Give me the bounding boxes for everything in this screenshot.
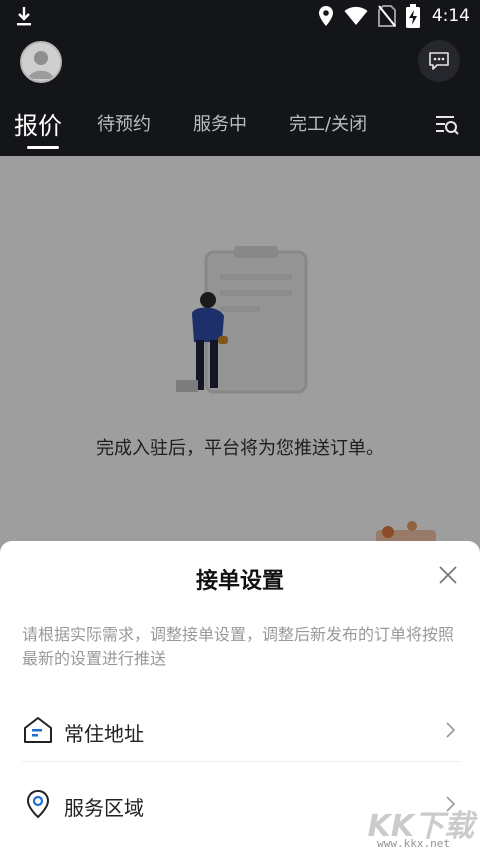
chat-bubble-icon xyxy=(429,52,449,70)
tab-completed-closed[interactable]: 完工/关闭 xyxy=(289,110,367,136)
wifi-icon xyxy=(344,6,368,25)
avatar[interactable] xyxy=(20,41,62,83)
map-pin-icon xyxy=(26,789,50,819)
sheet-title: 接单设置 xyxy=(195,569,284,594)
tab-in-service[interactable]: 服务中 xyxy=(193,110,247,136)
tab-quote[interactable]: 报价 xyxy=(14,106,62,141)
close-icon[interactable] xyxy=(438,565,458,585)
battery-charging-icon xyxy=(405,4,420,28)
watermark: KK下载 www.kkx.net xyxy=(358,801,478,850)
location-icon xyxy=(318,6,333,26)
filter-search-icon[interactable] xyxy=(434,112,460,138)
chat-button[interactable] xyxy=(418,40,460,82)
status-bar: 4:14 xyxy=(0,0,480,32)
watermark-url: www.kkx.net xyxy=(377,837,450,850)
download-icon xyxy=(17,7,31,26)
order-settings-sheet: 接单设置 请根据实际需求，调整接单设置，调整后新发布的订单将按照最新的设置进行推… xyxy=(0,541,480,853)
chevron-right-icon xyxy=(446,722,456,738)
order-tabs: 报价 待预约 服务中 完工/关闭 xyxy=(0,104,480,156)
service-area-label: 服务区域 xyxy=(64,796,144,820)
status-icons: 4:14 xyxy=(318,4,470,28)
resident-address-label: 常住地址 xyxy=(64,722,144,746)
active-tab-indicator xyxy=(27,146,59,149)
no-sim-icon xyxy=(377,5,396,27)
clock: 4:14 xyxy=(431,6,470,26)
tab-pending-appointment[interactable]: 待预约 xyxy=(97,110,151,136)
sheet-description: 请根据实际需求，调整接单设置，调整后新发布的订单将按照最新的设置进行推送 xyxy=(22,625,455,668)
app-header: 报价 待预约 服务中 完工/关闭 xyxy=(0,32,480,156)
avatar-image xyxy=(22,43,60,81)
home-icon xyxy=(24,717,52,743)
resident-address-row[interactable]: 常住地址 xyxy=(22,700,460,762)
